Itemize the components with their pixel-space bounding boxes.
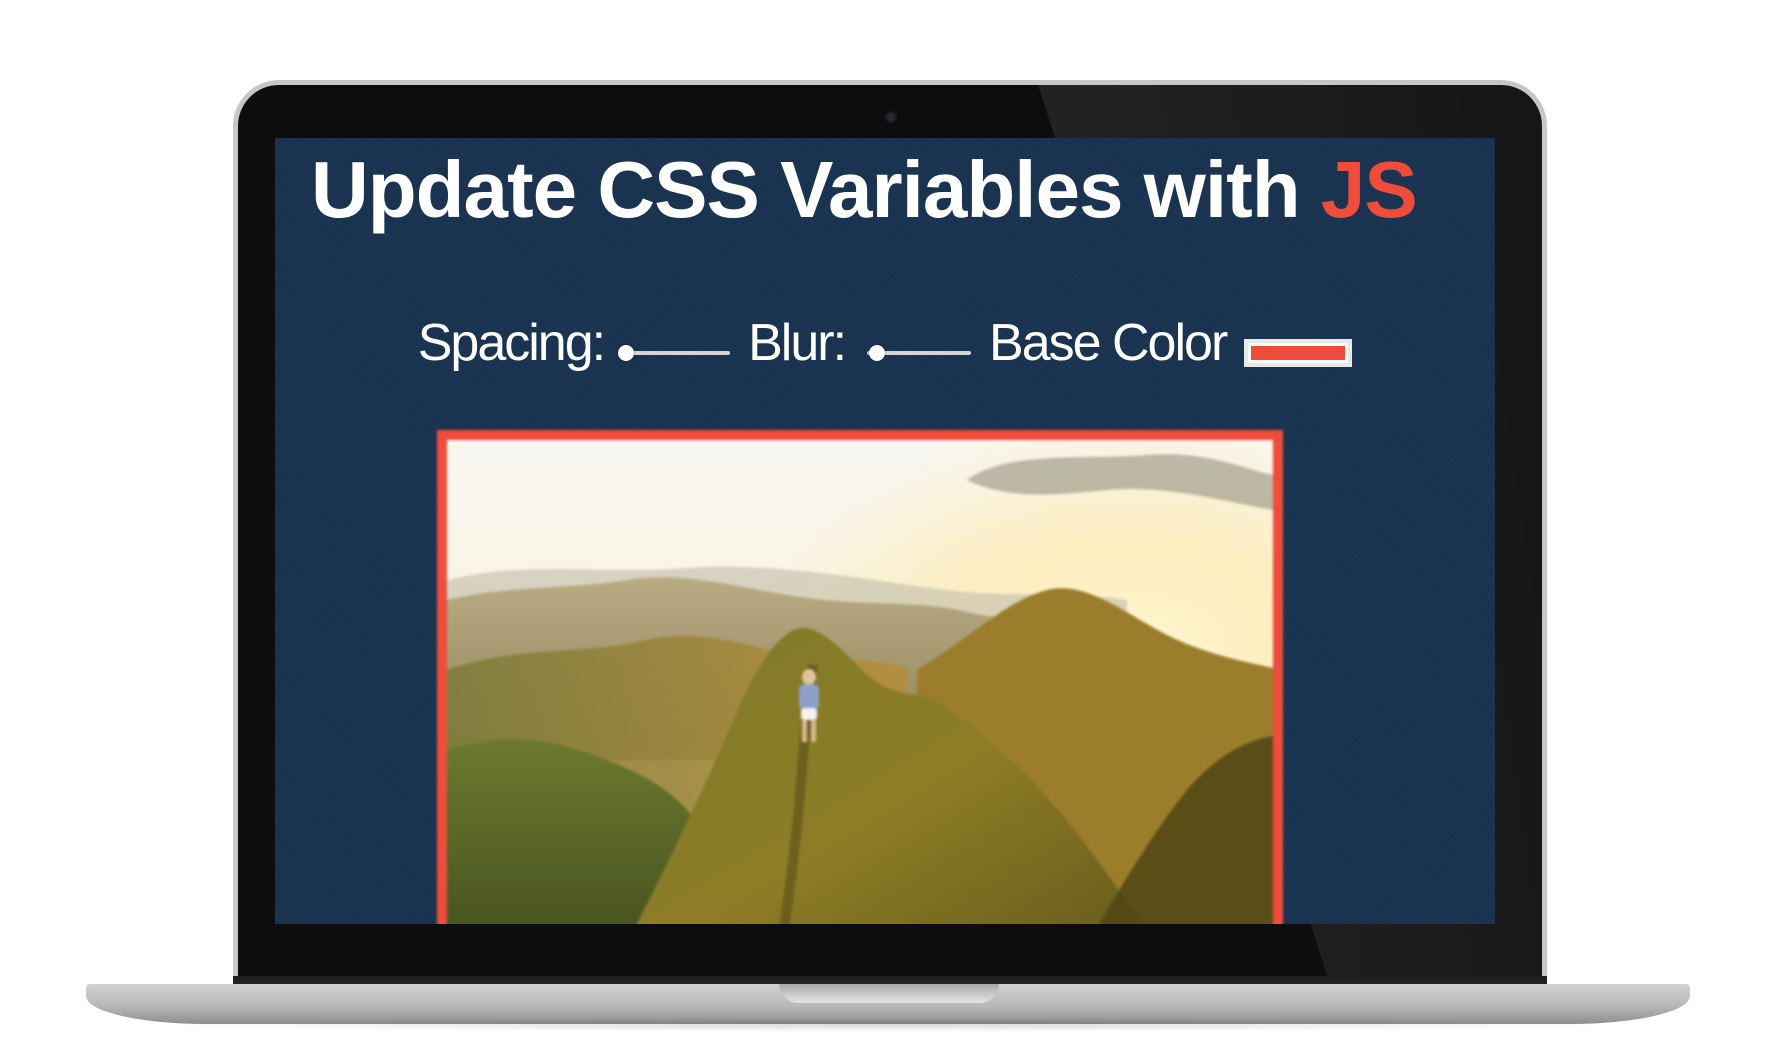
browser-viewport: Update CSS Variables with JS Spacing: Bl… <box>275 138 1495 924</box>
blur-slider-thumb[interactable] <box>869 345 886 361</box>
base-color-swatch[interactable] <box>1251 346 1346 360</box>
page-title: Update CSS Variables with JS <box>311 145 1418 234</box>
blur-label: Blur: <box>748 314 847 372</box>
blur-slider[interactable] <box>867 338 972 368</box>
spacing-label: Spacing: <box>417 314 606 372</box>
photo-frame <box>437 430 1283 924</box>
base-color-label: Base Color <box>989 314 1228 372</box>
spacing-slider-thumb[interactable] <box>618 345 635 361</box>
webcam-icon <box>885 111 897 123</box>
laptop-opening-notch <box>779 984 999 1003</box>
laptop-shadow <box>140 1018 1640 1032</box>
controls-bar: Spacing: Blur: Base Color <box>275 308 1495 378</box>
spacing-slider[interactable] <box>618 338 731 368</box>
spacing-slider-track[interactable] <box>626 351 731 355</box>
mountain-ridge-hiker-photo <box>447 440 1273 924</box>
page-title-accent: JS <box>1320 145 1418 234</box>
page-title-main: Update CSS Variables with <box>311 145 1321 234</box>
base-color-picker[interactable] <box>1244 339 1353 367</box>
